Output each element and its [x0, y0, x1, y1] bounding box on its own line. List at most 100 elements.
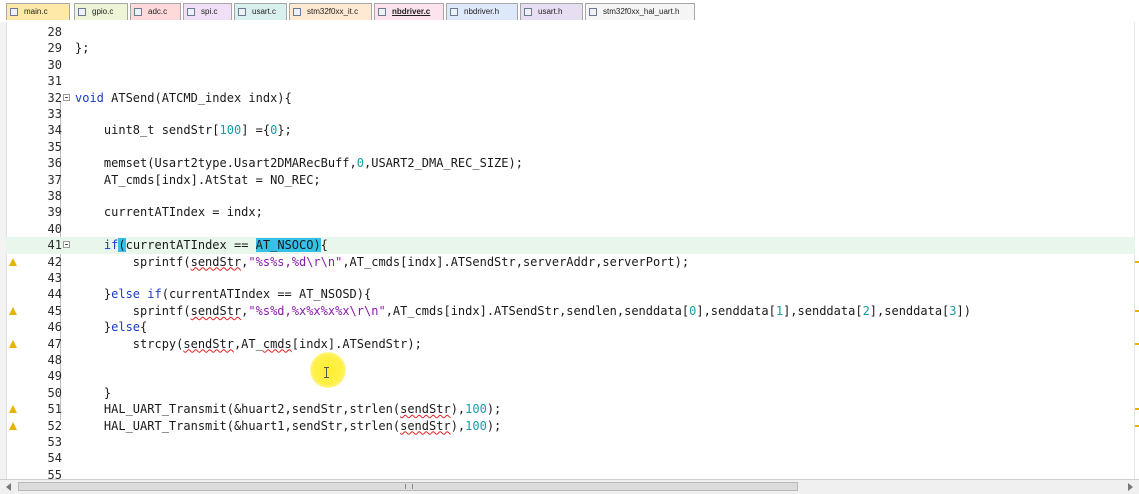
tab-spi-c[interactable]: spi.c: [183, 3, 232, 20]
code-text[interactable]: }else{: [75, 319, 147, 335]
code-line[interactable]: 53: [6, 434, 1135, 450]
scroll-right-icon[interactable]: [1128, 483, 1133, 491]
tab-label: usart.h: [538, 7, 563, 16]
code-text[interactable]: memset(Usart2type.Usart2DMARecBuff,0,USA…: [75, 155, 523, 171]
code-token: cmds: [262, 336, 292, 351]
fold-toggle-icon[interactable]: [63, 93, 70, 101]
tab-label: stm32f0xx_hal_uart.h: [603, 7, 680, 16]
tab-main-c[interactable]: main.c: [6, 3, 70, 20]
code-line[interactable]: 52 HAL_UART_Transmit(&huart1,sendStr,str…: [6, 418, 1135, 434]
code-line[interactable]: 29};: [6, 40, 1135, 56]
code-line[interactable]: 46 }else{: [6, 319, 1135, 335]
fold-toggle-icon[interactable]: [63, 241, 70, 249]
line-number: 51: [47, 402, 62, 417]
code-line[interactable]: 50 }: [6, 385, 1135, 401]
tab-nbdriver-c[interactable]: nbdriver.c: [374, 3, 444, 20]
code-line[interactable]: 47 strcpy(sendStr,AT_cmds[indx].ATSendSt…: [6, 336, 1135, 352]
file-tab-bar: main.c gpio.c adc.c spi.c usart.c stm32f0xx_i…: [0, 0, 1139, 23]
code-line[interactable]: 33: [6, 106, 1135, 122]
code-text[interactable]: if(currentATIndex == AT_NSOCO){: [75, 237, 328, 253]
code-line[interactable]: 39 currentATIndex = indx;: [6, 204, 1135, 220]
code-text[interactable]: };: [75, 40, 89, 56]
file-icon: [134, 8, 142, 16]
code-editor[interactable]: 28 29}; 30 31 32 void ATSend(ATCMD_index indx…: [0, 22, 1139, 482]
code-text[interactable]: AT_cmds[indx].AtStat = NO_REC;: [75, 172, 321, 188]
code-line[interactable]: 49: [6, 368, 1135, 384]
code-token: memset(Usart2type.Usart2DMARecBuff,: [75, 156, 357, 171]
tab-nbdriver-h[interactable]: nbdriver.h: [446, 3, 518, 20]
code-line[interactable]: 42 sprintf(sendStr,"%s%s,%d\r\n",AT_cmds…: [6, 254, 1135, 270]
code-token: };: [277, 123, 292, 138]
code-token: (currentATIndex == AT_NSOSD){: [161, 287, 372, 302]
tab-stm32f0xx-hal-uart-h[interactable]: stm32f0xx_hal_uart.h: [585, 3, 695, 20]
tab-label: main.c: [24, 7, 48, 16]
code-text[interactable]: strcpy(sendStr,AT_cmds[indx].ATSendStr);: [75, 336, 422, 352]
tab-label: nbdriver.c: [392, 7, 431, 16]
code-line[interactable]: 31: [6, 73, 1135, 89]
code-line[interactable]: 41 if(currentATIndex == AT_NSOCO){: [6, 237, 1135, 254]
code-text[interactable]: }: [75, 385, 111, 401]
code-text[interactable]: currentATIndex = indx;: [75, 204, 263, 220]
tab-usart-h[interactable]: usart.h: [520, 3, 583, 20]
code-line[interactable]: 54: [6, 450, 1135, 466]
code-line[interactable]: 34 uint8_t sendStr[100] ={0};: [6, 122, 1135, 138]
warning-marker[interactable]: [1135, 424, 1139, 427]
code-token: else: [111, 287, 141, 302]
tab-adc-c[interactable]: adc.c: [130, 3, 181, 20]
line-number: 32: [47, 90, 62, 105]
code-text[interactable]: void ATSend(ATCMD_index indx){: [75, 90, 292, 106]
tab-usart-c[interactable]: usart.c: [234, 3, 287, 20]
code-line[interactable]: 45 sprintf(sendStr,"%s%d,%x%x%x%x\r\n",A…: [6, 303, 1135, 319]
scroll-left-icon[interactable]: [6, 483, 11, 491]
code-token: {: [140, 320, 148, 335]
code-line[interactable]: 38: [6, 188, 1135, 204]
code-text[interactable]: sprintf(sendStr,"%s%s,%d\r\n",AT_cmds[in…: [75, 254, 689, 270]
line-number: 33: [47, 107, 62, 121]
code-text[interactable]: uint8_t sendStr[100] ={0};: [75, 122, 292, 138]
tab-gpio-c[interactable]: gpio.c: [74, 3, 128, 20]
code-line[interactable]: 28: [6, 24, 1135, 40]
code-token: "%s%d,%x%x%x%x\r\n": [248, 303, 386, 318]
code-token: ),: [450, 402, 466, 417]
code-token: sendStr: [400, 418, 451, 433]
code-line[interactable]: 32 void ATSend(ATCMD_index indx){: [6, 90, 1135, 106]
code-line[interactable]: 30: [6, 57, 1135, 73]
code-line[interactable]: 37 AT_cmds[indx].AtStat = NO_REC;: [6, 172, 1135, 188]
warning-marker[interactable]: [1135, 408, 1139, 411]
tab-stm32f0xx-it-c[interactable]: stm32f0xx_it.c: [289, 3, 372, 20]
horizontal-scrollbar[interactable]: [0, 479, 1139, 494]
code-line[interactable]: 43: [6, 270, 1135, 286]
code-token: uint8_t sendStr[: [75, 123, 220, 138]
line-number: 44: [47, 287, 62, 302]
scrollbar-thumb[interactable]: [18, 482, 798, 491]
code-token: );: [486, 418, 502, 433]
code-text[interactable]: sprintf(sendStr,"%s%d,%x%x%x%x\r\n",AT_c…: [75, 303, 971, 319]
line-number: 47: [47, 336, 62, 351]
code-token: ATSend(ATCMD_index indx){: [103, 90, 292, 105]
code-text[interactable]: }else if(currentATIndex == AT_NSOSD){: [75, 286, 371, 302]
code-line[interactable]: 36 memset(Usart2type.Usart2DMARecBuff,0,…: [6, 155, 1135, 171]
code-line[interactable]: 51 HAL_UART_Transmit(&huart2,sendStr,str…: [6, 401, 1135, 417]
line-number: 41: [47, 238, 62, 253]
code-line[interactable]: 48: [6, 352, 1135, 368]
code-text[interactable]: HAL_UART_Transmit(&huart2,sendStr,strlen…: [75, 401, 501, 417]
code-token: currentATIndex ==: [125, 238, 256, 253]
file-icon: [589, 8, 597, 16]
tab-label: stm32f0xx_it.c: [307, 7, 359, 16]
file-icon: [78, 8, 86, 16]
file-icon: [524, 8, 532, 16]
code-text[interactable]: HAL_UART_Transmit(&huart1,sendStr,strlen…: [75, 418, 501, 434]
code-line[interactable]: 40: [6, 221, 1135, 237]
warning-marker[interactable]: [1135, 309, 1139, 312]
code-line[interactable]: 35: [6, 139, 1135, 155]
warning-marker[interactable]: [1135, 260, 1139, 263]
code-token: }: [75, 287, 112, 302]
tab-label: usart.c: [252, 7, 277, 16]
code-token: ],senddata[: [783, 303, 863, 318]
line-number: 52: [47, 418, 62, 433]
warning-marker[interactable]: [1135, 342, 1139, 345]
code-line[interactable]: 44 }else if(currentATIndex == AT_NSOSD){: [6, 286, 1135, 302]
tab-label: spi.c: [201, 7, 218, 16]
code-token: currentATIndex = indx;: [75, 205, 263, 220]
